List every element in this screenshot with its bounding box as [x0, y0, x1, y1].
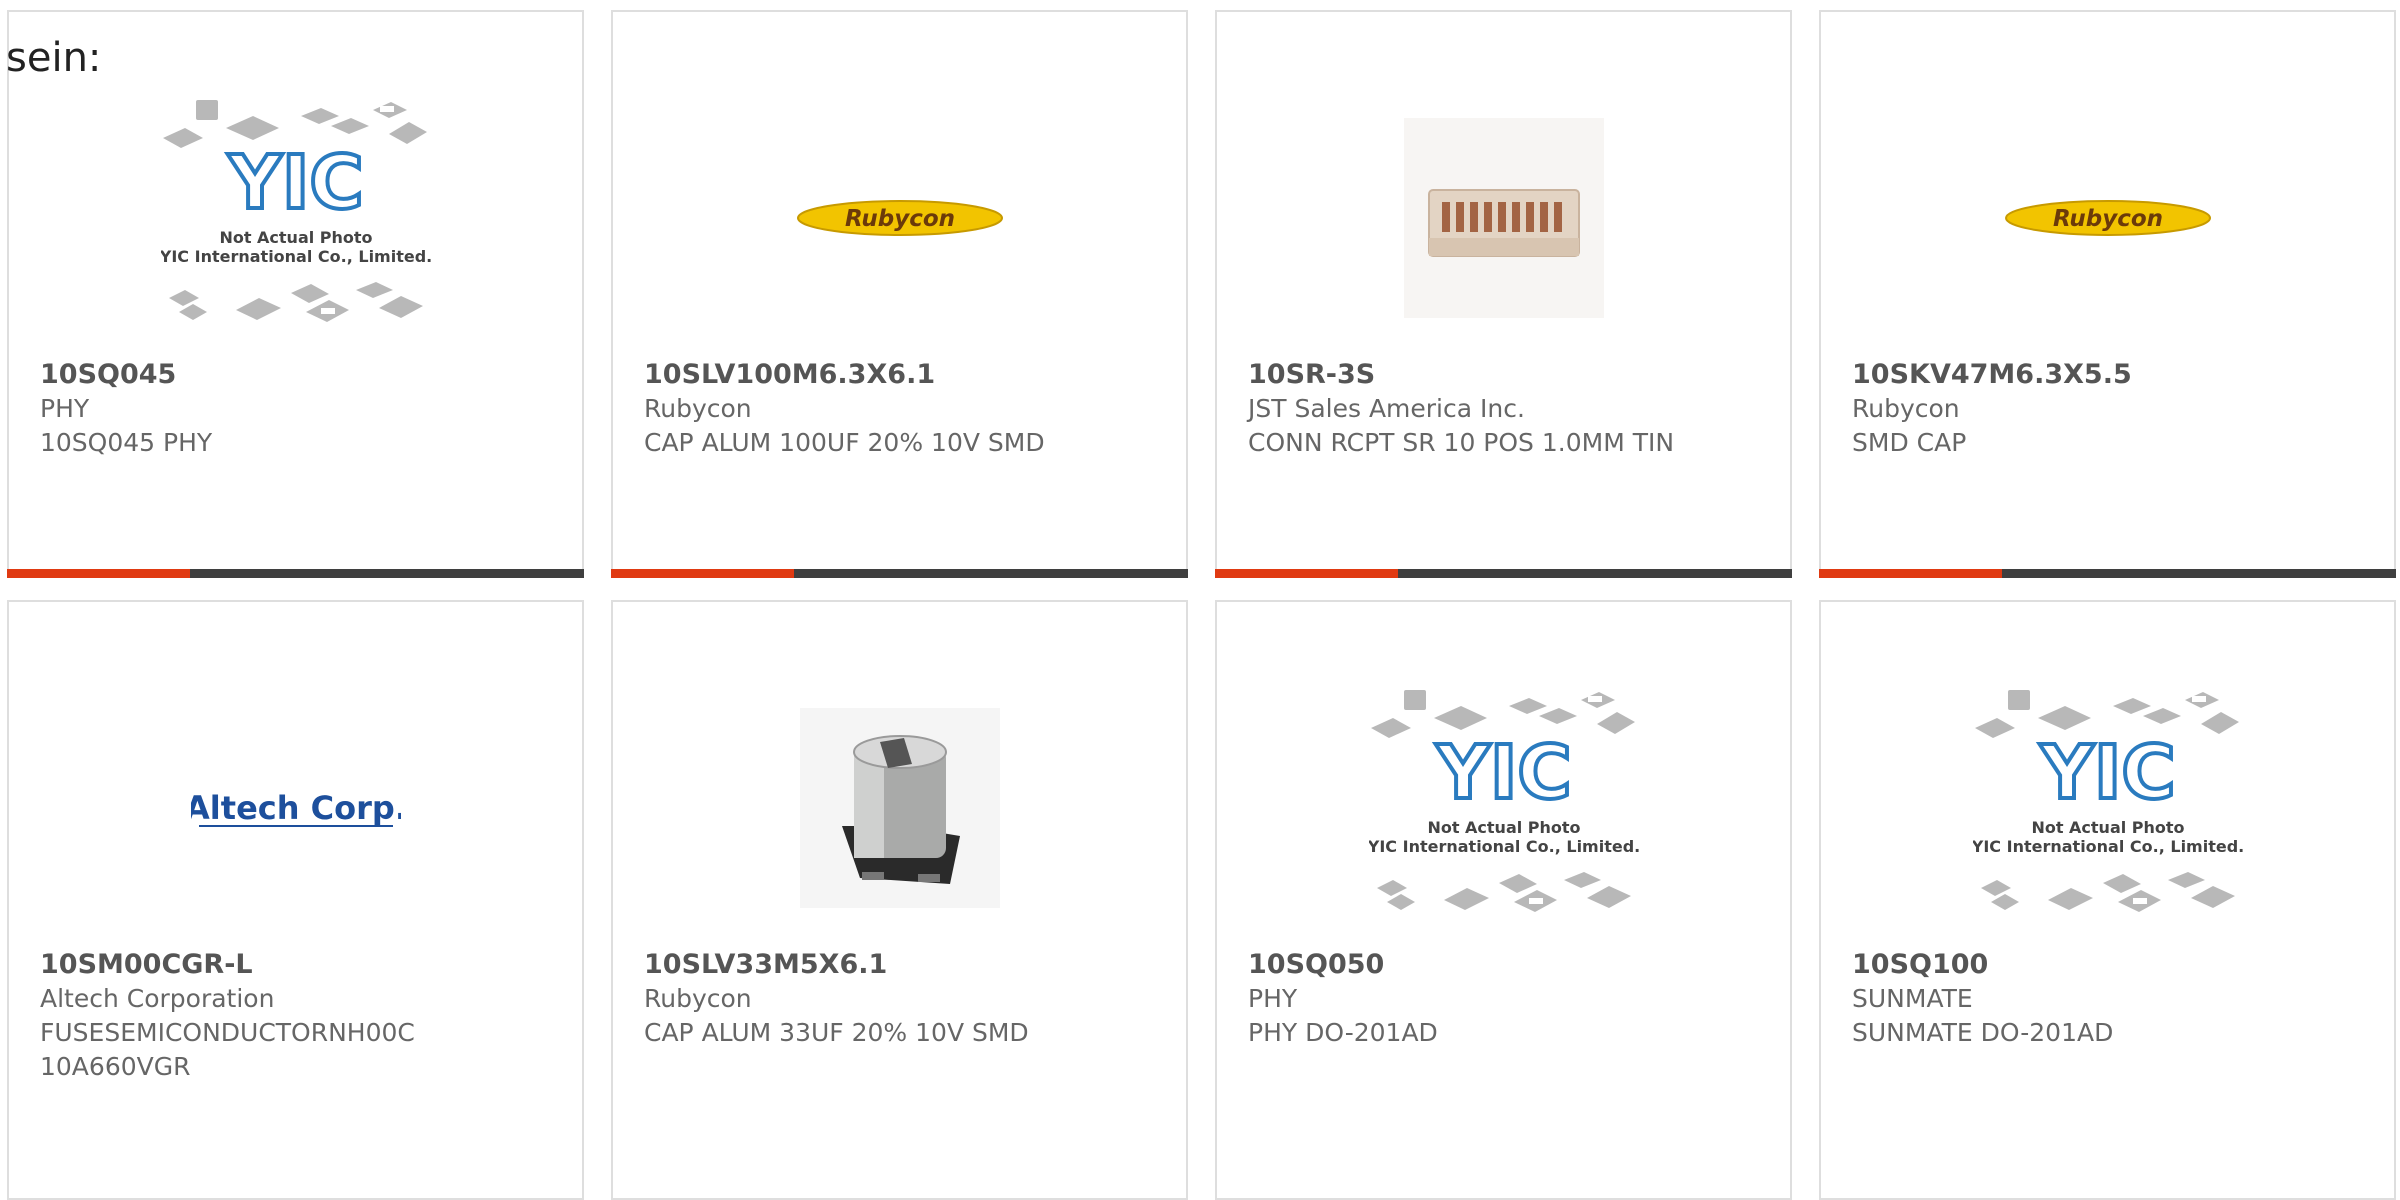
- product-card[interactable]: 10SLV33M5X6.1 Rubycon CAP ALUM 33UF 20% 10…: [611, 600, 1188, 1200]
- yic-logo-mark: YIC: [2039, 730, 2175, 816]
- yic-caption-1: Not Actual Photo: [1427, 818, 1580, 837]
- yic-caption-2: YIC International Co., Limited.: [1369, 837, 1639, 856]
- manufacturer-name: SUNMATE: [1852, 984, 1973, 1013]
- manufacturer-name: PHY: [1248, 984, 1298, 1013]
- product-card[interactable]: 10SR-3S JST Sales America Inc. CONN RCPT S…: [1215, 10, 1792, 578]
- card-footer-bar: [1819, 569, 2396, 578]
- part-number-link[interactable]: 10SM00CGR-L: [40, 948, 552, 982]
- card-footer-accent: [1819, 569, 2002, 578]
- part-number-link[interactable]: 10SLV33M5X6.1: [644, 948, 1156, 982]
- product-info: 10SLV33M5X6.1 Rubycon CAP ALUM 33UF 20% 10…: [644, 948, 1156, 1050]
- yic-caption-2: YIC International Co., Limited.: [161, 247, 431, 266]
- part-number-link[interactable]: 10SQ045: [40, 358, 552, 392]
- yic-placeholder-image[interactable]: YIC Not Actual Photo YIC International C…: [9, 68, 582, 368]
- product-description: CONN RCPT SR 10 POS 1.0MM TIN: [1248, 428, 1675, 457]
- manufacturer-name: Altech Corporation: [40, 984, 275, 1013]
- card-footer-bar: [1215, 569, 1792, 578]
- yic-logo-mark: YIC: [227, 140, 363, 226]
- product-info: 10SKV47M6.3X5.5 Rubycon SMD CAP: [1852, 358, 2364, 460]
- card-footer-accent: [7, 569, 190, 578]
- card-footer-accent: [1215, 569, 1398, 578]
- rubycon-logo-image[interactable]: Rubycon: [613, 68, 1186, 368]
- manufacturer-name: Rubycon: [644, 394, 752, 423]
- manufacturer-name: Rubycon: [1852, 394, 1960, 423]
- product-description: 10SQ045 PHY: [40, 428, 213, 457]
- product-card[interactable]: YIC Not Actual Photo YIC International C…: [7, 10, 584, 578]
- altech-logo-image[interactable]: Altech Corp.: [9, 658, 582, 958]
- capacitor-product-image[interactable]: [613, 658, 1186, 958]
- manufacturer-name: JST Sales America Inc.: [1248, 394, 1525, 423]
- product-card[interactable]: Rubycon 10SLV100M6.3X6.1 Rubycon CAP ALUM …: [611, 10, 1188, 578]
- product-grid: YIC Not Actual Photo YIC International C…: [0, 0, 2400, 1200]
- yic-caption-1: Not Actual Photo: [219, 228, 372, 247]
- yic-caption-2: YIC International Co., Limited.: [1973, 837, 2243, 856]
- product-info: 10SQ050 PHY PHY DO-201AD: [1248, 948, 1760, 1050]
- card-footer-accent: [611, 569, 794, 578]
- part-number-link[interactable]: 10SQ050: [1248, 948, 1760, 982]
- product-description: FUSESEMICONDUCTORNH00C 10A660VGR: [40, 1018, 415, 1081]
- rubycon-logo-image[interactable]: Rubycon: [1821, 68, 2394, 368]
- product-card[interactable]: YIC Not Actual Photo YIC International C…: [1215, 600, 1792, 1200]
- product-info: 10SQ100 SUNMATE SUNMATE DO-201AD: [1852, 948, 2364, 1050]
- card-footer-bar: [611, 569, 1188, 578]
- product-info: 10SR-3S JST Sales America Inc. CONN RCPT S…: [1248, 358, 1760, 460]
- product-info: 10SLV100M6.3X6.1 Rubycon CAP ALUM 100UF 20…: [644, 358, 1156, 460]
- intro-text: sein:: [6, 35, 102, 81]
- altech-logo-text: Altech Corp.: [191, 789, 401, 827]
- part-number-link[interactable]: 10SKV47M6.3X5.5: [1852, 358, 2364, 392]
- part-number-link[interactable]: 10SR-3S: [1248, 358, 1760, 392]
- product-info: 10SQ045 PHY 10SQ045 PHY: [40, 358, 552, 460]
- rubycon-logo-text: Rubycon: [844, 206, 954, 232]
- yic-placeholder-image[interactable]: YIC Not Actual Photo YIC International C…: [1821, 658, 2394, 958]
- product-description: CAP ALUM 33UF 20% 10V SMD: [644, 1018, 1029, 1047]
- yic-placeholder-image[interactable]: YIC Not Actual Photo YIC International C…: [1217, 658, 1790, 958]
- part-number-link[interactable]: 10SLV100M6.3X6.1: [644, 358, 1156, 392]
- product-info: 10SM00CGR-L Altech Corporation FUSESEMICON…: [40, 948, 552, 1084]
- yic-logo-mark: YIC: [1435, 730, 1571, 816]
- product-card[interactable]: Altech Corp. 10SM00CGR-L Altech Corporati…: [7, 600, 584, 1200]
- part-number-link[interactable]: 10SQ100: [1852, 948, 2364, 982]
- connector-product-image[interactable]: [1217, 68, 1790, 368]
- product-description: PHY DO-201AD: [1248, 1018, 1438, 1047]
- product-card[interactable]: Rubycon 10SKV47M6.3X5.5 Rubycon SMD CAP: [1819, 10, 2396, 578]
- product-description: CAP ALUM 100UF 20% 10V SMD: [644, 428, 1045, 457]
- manufacturer-name: PHY: [40, 394, 90, 423]
- card-footer-bar: [7, 569, 584, 578]
- product-description: SUNMATE DO-201AD: [1852, 1018, 2114, 1047]
- rubycon-logo-text: Rubycon: [2052, 206, 2162, 232]
- yic-caption-1: Not Actual Photo: [2031, 818, 2184, 837]
- product-description: SMD CAP: [1852, 428, 1967, 457]
- product-card[interactable]: YIC Not Actual Photo YIC International C…: [1819, 600, 2396, 1200]
- manufacturer-name: Rubycon: [644, 984, 752, 1013]
